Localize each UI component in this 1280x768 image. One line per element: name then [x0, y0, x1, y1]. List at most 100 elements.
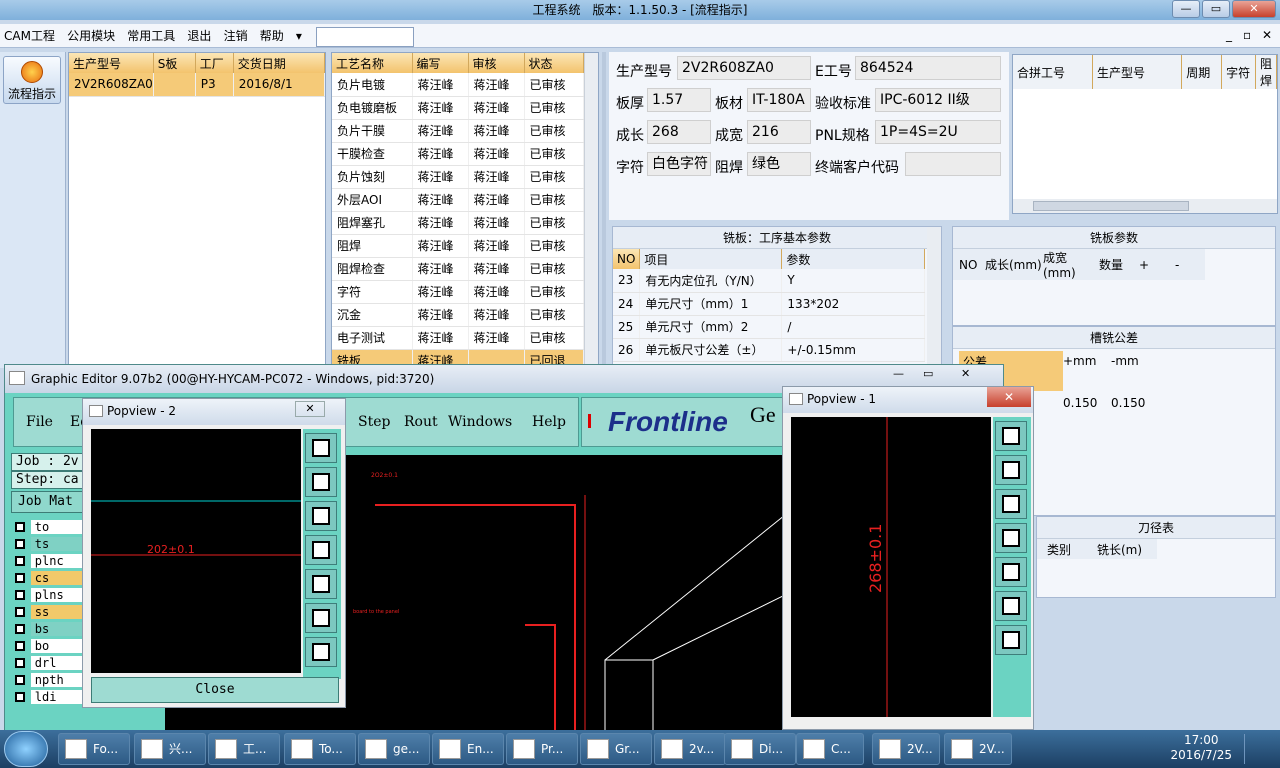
col-header[interactable]: 字符 — [1221, 55, 1256, 89]
taskbar-item[interactable]: En... — [432, 733, 504, 765]
mdi-min-button[interactable]: _ — [1226, 28, 1232, 42]
ge-menu-step[interactable]: Step — [358, 414, 390, 430]
taskbar-item[interactable]: Di... — [724, 733, 796, 765]
pan-up-icon[interactable] — [305, 467, 337, 497]
table-row[interactable]: 26 单元板尺寸公差（±） +/-0.15mm — [613, 338, 925, 362]
layer-item[interactable]: to — [11, 519, 85, 535]
col-header[interactable]: 成宽(mm) — [1043, 249, 1099, 280]
merge-hscrollbar[interactable] — [1013, 199, 1277, 213]
zoom-fit-icon[interactable] — [995, 591, 1027, 621]
pan-left-icon[interactable] — [305, 535, 337, 565]
pnl-field[interactable]: 1P=4S=2U — [875, 120, 1001, 144]
pan-down-icon[interactable] — [995, 489, 1027, 519]
taskbar-item[interactable]: To... — [284, 733, 356, 765]
col-header[interactable]: 工厂 — [195, 53, 234, 73]
mask-field[interactable]: 绿色 — [747, 152, 811, 176]
col-header[interactable]: 交货日期 — [233, 53, 326, 73]
table-row[interactable]: 阻焊塞孔 蒋汪峰 蒋汪峰 已审核 — [332, 211, 584, 235]
col-header[interactable]: S板 — [153, 53, 196, 73]
col-header[interactable]: 审核 — [468, 53, 525, 73]
table-row[interactable]: 阻焊检查 蒋汪峰 蒋汪峰 已审核 — [332, 257, 584, 281]
zoom-out-icon[interactable] — [995, 625, 1027, 655]
flow-button[interactable]: 流程指示 — [3, 56, 61, 104]
col-header[interactable]: 阻焊 — [1255, 55, 1278, 89]
col-header[interactable]: 铣长(m) — [1097, 539, 1157, 559]
layer-item[interactable]: bs — [11, 621, 85, 637]
eno-field[interactable]: 864524 — [855, 56, 1001, 80]
table-row[interactable]: 2V2R608ZA0 P3 2016/8/1 — [69, 73, 326, 97]
tray-clock[interactable]: 17:00 2016/7/25 — [1170, 733, 1232, 763]
menu-cam[interactable]: CAM工程 — [0, 24, 59, 48]
col-header[interactable]: 工艺名称 — [332, 53, 413, 73]
col-header[interactable]: 合拼工号 — [1013, 55, 1093, 89]
col-header[interactable]: 生产型号 — [69, 53, 154, 73]
table-row[interactable]: 沉金 蒋汪峰 蒋汪峰 已审核 — [332, 303, 584, 327]
col-header[interactable]: 类别 — [1037, 539, 1097, 559]
layer-checkbox[interactable] — [15, 522, 25, 532]
col-header[interactable]: 成长(mm) — [985, 249, 1043, 280]
layer-item[interactable]: plns — [11, 587, 85, 603]
popview2-close-x[interactable]: ✕ — [295, 401, 325, 417]
layer-checkbox[interactable] — [15, 573, 25, 583]
col-header[interactable]: - — [1175, 249, 1205, 280]
taskbar-item[interactable]: 2V... — [872, 733, 940, 765]
layer-checkbox[interactable] — [15, 590, 25, 600]
layer-item[interactable]: bo — [11, 638, 85, 654]
layer-item[interactable]: npth — [11, 672, 85, 688]
toolbar-combo[interactable] — [316, 26, 415, 47]
len-field[interactable]: 268 — [647, 120, 711, 144]
mat-field[interactable]: IT-180A — [747, 88, 811, 112]
table-row[interactable]: 25 单元尺寸（mm）2/ — [613, 315, 925, 339]
layer-item[interactable]: ldi — [11, 689, 85, 705]
col-header[interactable]: 编写 — [412, 53, 469, 73]
menu-tools[interactable]: 常用工具 — [123, 24, 179, 48]
taskbar-item[interactable]: ge... — [358, 733, 430, 765]
layer-checkbox[interactable] — [15, 658, 25, 668]
col-header[interactable]: 参数 — [781, 249, 925, 269]
ge-close-button[interactable]: ✕ — [961, 367, 970, 380]
taskbar-item[interactable]: 2V... — [944, 733, 1012, 765]
col-header[interactable]: 状态 — [524, 53, 584, 73]
table-row[interactable]: 干膜检查 蒋汪峰 蒋汪峰 已审核 — [332, 142, 584, 166]
zoom-fit-icon[interactable] — [305, 603, 337, 633]
mill-basic-scrollbar[interactable] — [927, 227, 941, 367]
pan-down-icon[interactable] — [305, 501, 337, 531]
layer-item[interactable]: drl — [11, 655, 85, 671]
maximize-button[interactable]: ▭ — [1202, 0, 1230, 18]
layer-item[interactable]: ts — [11, 536, 85, 552]
menu-more[interactable]: ▾ — [292, 24, 306, 48]
menu-public[interactable]: 公用模块 — [63, 24, 119, 48]
popview1-close-x[interactable]: ✕ — [987, 387, 1031, 407]
table-row[interactable]: 字符 蒋汪峰 蒋汪峰 已审核 — [332, 280, 584, 304]
table-row[interactable]: 外层AOI 蒋汪峰 蒋汪峰 已审核 — [332, 188, 584, 212]
popview2-close-button[interactable]: Close — [91, 677, 339, 703]
mdi-close-button[interactable]: ✕ — [1262, 28, 1272, 42]
std-field[interactable]: IPC-6012 II级 — [875, 88, 1001, 112]
ge-menu-help[interactable]: Help — [532, 414, 566, 430]
cust-field[interactable] — [905, 152, 1001, 176]
layer-item[interactable]: ss — [11, 604, 85, 620]
layer-checkbox[interactable] — [15, 539, 25, 549]
thick-field[interactable]: 1.57 — [647, 88, 711, 112]
taskbar-item[interactable]: 兴... — [134, 733, 206, 765]
layer-checkbox[interactable] — [15, 607, 25, 617]
wid-field[interactable]: 216 — [747, 120, 811, 144]
menu-exit[interactable]: 退出 — [183, 24, 215, 48]
col-header[interactable]: 生产型号 — [1092, 55, 1183, 89]
table-row[interactable]: 24 单元尺寸（mm）1 133*202 — [613, 292, 925, 316]
layer-checkbox[interactable] — [15, 641, 25, 651]
zoom-out-icon[interactable] — [305, 637, 337, 667]
col-header[interactable]: NO — [613, 249, 641, 269]
process-scrollbar[interactable] — [584, 53, 598, 367]
col-header[interactable]: 项目 — [639, 249, 783, 269]
close-button[interactable]: ✕ — [1232, 0, 1276, 18]
zoom-window-icon[interactable] — [305, 433, 337, 463]
model-field[interactable]: 2V2R608ZA0 — [677, 56, 811, 80]
splitter[interactable] — [602, 52, 606, 368]
taskbar-item[interactable]: C... — [796, 733, 864, 765]
table-row[interactable]: 电子测试 蒋汪峰 蒋汪峰 已审核 — [332, 326, 584, 350]
layer-checkbox[interactable] — [15, 692, 25, 702]
layer-item[interactable]: cs — [11, 570, 85, 586]
ge-min-button[interactable]: — — [893, 367, 904, 380]
taskbar-item[interactable]: Pr... — [506, 733, 578, 765]
